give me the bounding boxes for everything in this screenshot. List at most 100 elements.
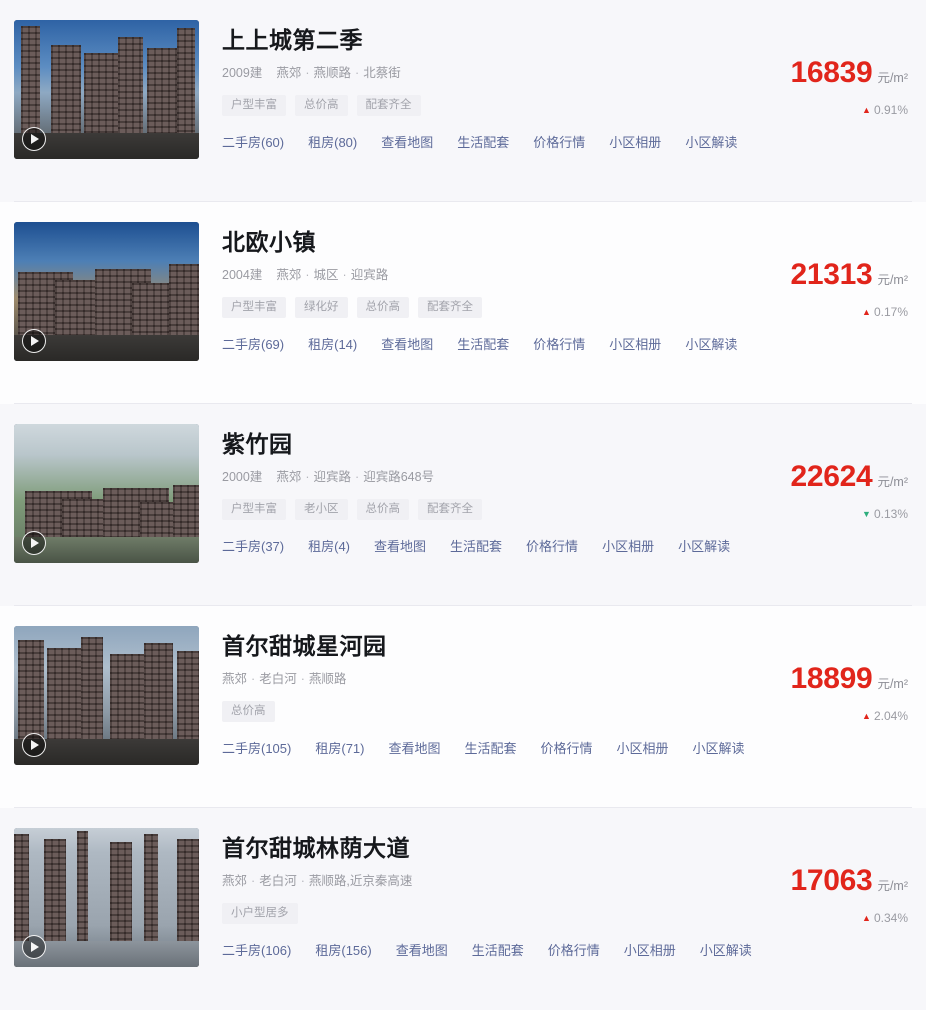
listing-info: 紫竹园 2000建 燕郊 · 迎宾路 · 迎宾路648号 户型丰富 老小区 总价高 配套齐全 二手房(… bbox=[199, 424, 730, 555]
listing-link[interactable]: 查看地图 bbox=[381, 334, 433, 353]
price-line: 22624 元/m² bbox=[707, 462, 909, 492]
listing-tags: 户型丰富 老小区 总价高 配套齐全 bbox=[222, 498, 707, 520]
listing-title[interactable]: 首尔甜城林荫大道 bbox=[222, 835, 707, 861]
listing-thumbnail[interactable] bbox=[14, 828, 199, 967]
listing-row[interactable]: 首尔甜城星河园 燕郊 · 老白河 · 燕顺路 总价高 二手房(105) 租房(71) 查看地图 生活… bbox=[0, 606, 926, 808]
listing-link[interactable]: 查看地图 bbox=[374, 536, 426, 555]
listing-title[interactable]: 上上城第二季 bbox=[222, 27, 707, 53]
listing-link[interactable]: 价格行情 bbox=[548, 940, 600, 959]
listing-meta: 燕郊 · 老白河 · 燕顺路,近京秦高速 bbox=[222, 875, 707, 888]
price-value: 21313 bbox=[790, 258, 873, 291]
price-change-value: 0.91% bbox=[873, 103, 908, 117]
listing-link[interactable]: 查看地图 bbox=[388, 738, 440, 757]
listing-links: 二手房(106) 租房(156) 查看地图 生活配套 价格行情 小区相册 小区解读 bbox=[222, 940, 752, 959]
listing-links: 二手房(37) 租房(4) 查看地图 生活配套 价格行情 小区相册 小区解读 bbox=[222, 536, 730, 555]
listing-built-year: 2004建 bbox=[222, 268, 263, 283]
listing-tag: 配套齐全 bbox=[418, 498, 482, 520]
listing-area: 迎宾路 bbox=[313, 470, 352, 485]
price-unit: 元/m² bbox=[877, 879, 908, 893]
listing-price-column: 18899 元/m² ▲ 2.04% bbox=[707, 626, 912, 724]
listing-link[interactable]: 小区解读 bbox=[678, 536, 730, 555]
play-icon[interactable] bbox=[22, 329, 46, 353]
meta-separator: · bbox=[355, 66, 360, 81]
listing-link[interactable]: 小区解读 bbox=[685, 132, 737, 151]
listing-link[interactable]: 小区相册 bbox=[602, 536, 654, 555]
listing-link[interactable]: 二手房(37) bbox=[222, 536, 284, 555]
play-triangle-icon bbox=[31, 336, 39, 346]
listing-tags: 户型丰富 总价高 配套齐全 bbox=[222, 94, 707, 116]
listing-link[interactable]: 价格行情 bbox=[533, 334, 585, 353]
listing-info: 首尔甜城林荫大道燕郊 · 老白河 · 燕顺路,近京秦高速小户型居多二手房(106) 租房(… bbox=[199, 828, 752, 959]
listing-link[interactable]: 生活配套 bbox=[465, 738, 517, 757]
listing-thumbnail[interactable] bbox=[14, 424, 199, 563]
listing-meta: 2004建 燕郊 · 城区 · 迎宾路 bbox=[222, 269, 707, 282]
listing-link[interactable]: 租房(156) bbox=[315, 940, 371, 959]
listing-link[interactable]: 查看地图 bbox=[381, 132, 433, 151]
listing-link[interactable]: 租房(14) bbox=[308, 334, 357, 353]
listing-link[interactable]: 小区解读 bbox=[693, 738, 745, 757]
listing-price-column: 16839 元/m² ▲ 0.91% bbox=[707, 20, 912, 118]
listing-tag: 户型丰富 bbox=[222, 498, 286, 520]
price-change-value: 0.13% bbox=[873, 507, 908, 521]
listing-tag: 配套齐全 bbox=[356, 94, 421, 116]
listing-link[interactable]: 生活配套 bbox=[457, 132, 509, 151]
arrow-up-icon: ▲ bbox=[862, 711, 871, 721]
listing-link[interactable]: 生活配套 bbox=[450, 536, 502, 555]
listing-link[interactable]: 租房(80) bbox=[308, 132, 357, 151]
listing-thumbnail[interactable] bbox=[14, 20, 199, 159]
listing-link[interactable]: 小区相册 bbox=[609, 132, 661, 151]
listing-thumbnail[interactable] bbox=[14, 626, 199, 765]
listing-link[interactable]: 小区解读 bbox=[700, 940, 752, 959]
play-triangle-icon bbox=[31, 740, 39, 750]
listing-row[interactable]: 紫竹园 2000建 燕郊 · 迎宾路 · 迎宾路648号 户型丰富 老小区 总价高 配套齐全 二手房(… bbox=[0, 404, 926, 606]
listing-price-column: 17063 元/m² ▲ 0.34% bbox=[707, 828, 912, 926]
listing-link[interactable]: 二手房(60) bbox=[222, 132, 284, 151]
listing-tags: 小户型居多 bbox=[222, 902, 707, 924]
listing-link[interactable]: 二手房(105) bbox=[222, 738, 291, 757]
listing-street: 迎宾路 bbox=[350, 268, 389, 283]
listing-tag: 户型丰富 bbox=[222, 296, 286, 318]
play-icon[interactable] bbox=[22, 733, 46, 757]
price-value: 18899 bbox=[790, 662, 873, 695]
play-triangle-icon bbox=[31, 134, 39, 144]
listing-link[interactable]: 生活配套 bbox=[457, 334, 509, 353]
listing-area: 老白河 bbox=[259, 874, 297, 889]
listing-link[interactable]: 小区相册 bbox=[624, 940, 676, 959]
listing-title[interactable]: 北欧小镇 bbox=[222, 229, 707, 255]
price-value: 16839 bbox=[790, 56, 873, 89]
arrow-down-icon: ▼ bbox=[862, 509, 871, 519]
listing-link[interactable]: 生活配套 bbox=[472, 940, 524, 959]
play-icon[interactable] bbox=[22, 935, 46, 959]
listing-link[interactable]: 小区解读 bbox=[685, 334, 737, 353]
listing-link[interactable]: 二手房(106) bbox=[222, 940, 291, 959]
listing-link[interactable]: 查看地图 bbox=[396, 940, 448, 959]
meta-separator: · bbox=[305, 470, 310, 485]
listing-link[interactable]: 租房(71) bbox=[315, 738, 364, 757]
listing-title[interactable]: 紫竹园 bbox=[222, 431, 707, 457]
listing-link[interactable]: 小区相册 bbox=[617, 738, 669, 757]
listing-info: 上上城第二季 2009建 燕郊 · 燕顺路 · 北蔡街 户型丰富 总价高 配套齐全 二手房(60) 租… bbox=[199, 20, 737, 151]
listing-link[interactable]: 二手房(69) bbox=[222, 334, 284, 353]
listing-title[interactable]: 首尔甜城星河园 bbox=[222, 633, 707, 659]
listing-meta: 2009建 燕郊 · 燕顺路 · 北蔡街 bbox=[222, 67, 707, 80]
play-icon[interactable] bbox=[22, 127, 46, 151]
listing-thumbnail[interactable] bbox=[14, 222, 199, 361]
play-icon[interactable] bbox=[22, 531, 46, 555]
listing-link[interactable]: 价格行情 bbox=[526, 536, 578, 555]
listing-link[interactable]: 小区相册 bbox=[609, 334, 661, 353]
community-listing-list: 上上城第二季 2009建 燕郊 · 燕顺路 · 北蔡街 户型丰富 总价高 配套齐全 二手房(60) 租… bbox=[0, 0, 926, 1010]
listing-meta: 燕郊 · 老白河 · 燕顺路 bbox=[222, 673, 707, 686]
listing-street: 迎宾路648号 bbox=[363, 470, 435, 485]
listing-link[interactable]: 价格行情 bbox=[533, 132, 585, 151]
listing-row[interactable]: 首尔甜城林荫大道燕郊 · 老白河 · 燕顺路,近京秦高速小户型居多二手房(106) 租房(… bbox=[0, 808, 926, 1010]
listing-row[interactable]: 北欧小镇 2004建 燕郊 · 城区 · 迎宾路户型丰富 绿化好 总价高 配套齐全 二手房(69) 租… bbox=[0, 202, 926, 404]
listing-link[interactable]: 租房(4) bbox=[308, 536, 350, 555]
listing-tags: 户型丰富 绿化好 总价高 配套齐全 bbox=[222, 296, 707, 318]
price-change: ▲ 0.34% bbox=[707, 911, 908, 925]
listing-row[interactable]: 上上城第二季 2009建 燕郊 · 燕顺路 · 北蔡街 户型丰富 总价高 配套齐全 二手房(60) 租… bbox=[0, 0, 926, 202]
listing-tag: 总价高 bbox=[356, 296, 409, 318]
meta-separator: · bbox=[251, 874, 256, 889]
listing-district: 燕郊 bbox=[276, 66, 302, 81]
arrow-up-icon: ▲ bbox=[862, 307, 871, 317]
listing-link[interactable]: 价格行情 bbox=[541, 738, 593, 757]
